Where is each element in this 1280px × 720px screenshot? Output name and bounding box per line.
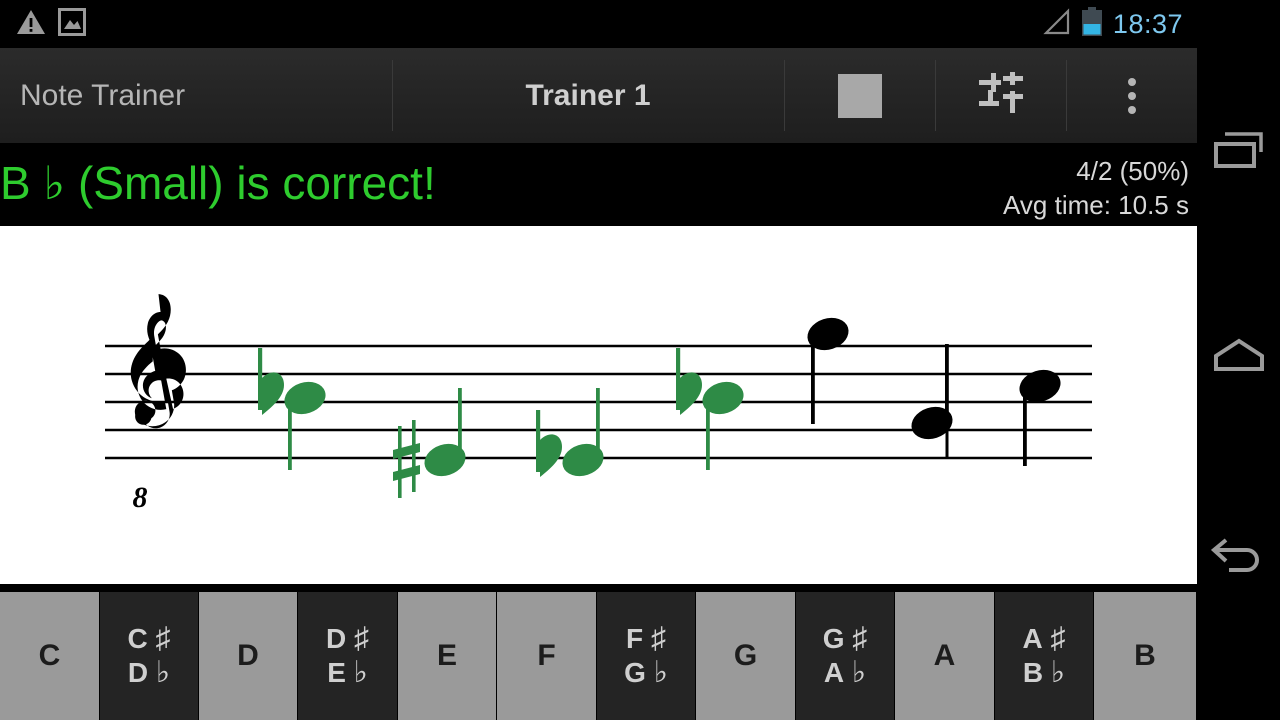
stop-button[interactable] — [784, 48, 935, 143]
piano-key-a[interactable]: A — [895, 592, 995, 720]
piano-key-d-sharp-e-flat[interactable]: D ♯ E ♭ — [298, 592, 398, 720]
trainer-selector[interactable]: Trainer 1 — [392, 48, 784, 143]
device-screen: 18:37 Note Trainer Trainer 1 B ♭ (Small)… — [0, 0, 1280, 720]
android-nav-bar — [1197, 0, 1280, 720]
key-label-bottom: D ♭ — [127, 655, 171, 689]
session-stats: 4/2 (50%) Avg time: 10.5 s — [1003, 154, 1189, 222]
back-arrow-icon — [1210, 537, 1267, 578]
key-label-top: F ♯ — [626, 621, 666, 655]
note-2 — [393, 388, 466, 498]
key-label: F — [537, 638, 556, 672]
divider — [935, 60, 936, 131]
key-label: C — [38, 638, 61, 672]
signal-bars-icon — [1041, 7, 1071, 41]
key-label-top: C ♯ — [127, 621, 171, 655]
treble-8vb-clef — [130, 294, 186, 429]
divider — [392, 60, 393, 131]
piano-key-f[interactable]: F — [497, 592, 597, 720]
flat-accidental-icon — [676, 348, 702, 415]
status-bar-notifications — [16, 0, 86, 48]
piano-key-a-sharp-b-flat[interactable]: A ♯ B ♭ — [995, 592, 1094, 720]
home-button[interactable] — [1197, 312, 1280, 402]
music-staff-view[interactable]: 8 — [0, 226, 1197, 584]
piano-key-c-sharp-d-flat[interactable]: C ♯ D ♭ — [100, 592, 199, 720]
action-bar: Note Trainer Trainer 1 — [0, 48, 1197, 144]
key-label-top: D ♯ — [325, 621, 369, 655]
piano-key-f-sharp-g-flat[interactable]: F ♯ G ♭ — [597, 592, 696, 720]
status-bar-system: 18:37 — [1041, 0, 1183, 48]
avg-time-value: Avg time: 10.5 s — [1003, 190, 1189, 220]
app-window: 18:37 Note Trainer Trainer 1 B ♭ (Small)… — [0, 0, 1197, 720]
key-label-bottom: E ♭ — [327, 655, 368, 689]
divider — [784, 60, 785, 131]
warning-icon — [16, 8, 46, 41]
note-1 — [258, 348, 326, 470]
app-title: Note Trainer — [0, 48, 392, 143]
clef-octave-label: 8 — [133, 481, 148, 514]
battery-icon — [1081, 6, 1103, 42]
piano-key-g[interactable]: G — [696, 592, 796, 720]
trainer-title-label: Trainer 1 — [525, 78, 651, 112]
key-label-top: G ♯ — [822, 621, 868, 655]
key-label-top: A ♯ — [1022, 621, 1066, 655]
overflow-menu-button[interactable] — [1066, 48, 1197, 143]
piano-key-d[interactable]: D — [199, 592, 298, 720]
piano-key-g-sharp-a-flat[interactable]: G ♯ A ♭ — [796, 592, 895, 720]
key-label-bottom: G ♭ — [624, 655, 668, 689]
status-bar-clock: 18:37 — [1112, 8, 1183, 39]
key-label-bottom: A ♭ — [823, 655, 867, 689]
key-label: E — [436, 638, 457, 672]
more-vertical-icon — [1127, 77, 1136, 114]
key-label: G — [733, 638, 758, 672]
key-label-bottom: B ♭ — [1022, 655, 1066, 689]
recents-button[interactable] — [1197, 110, 1280, 200]
piano-key-c[interactable]: C — [0, 592, 100, 720]
key-label: A — [933, 638, 956, 672]
piano-key-e[interactable]: E — [398, 592, 497, 720]
stop-icon — [837, 73, 882, 118]
app-title-label: Note Trainer — [20, 78, 186, 112]
flat-accidental-icon — [258, 348, 284, 415]
settings-button[interactable] — [935, 48, 1066, 143]
note-5 — [807, 317, 849, 424]
flat-accidental-icon — [536, 410, 562, 477]
status-bar: 18:37 — [0, 0, 1197, 48]
sliders-icon — [977, 71, 1025, 120]
note-7 — [1019, 369, 1061, 466]
recents-icon — [1213, 131, 1265, 179]
feedback-row: B ♭ (Small) is correct! 4/2 (50%) Avg ti… — [0, 144, 1197, 226]
image-icon — [58, 7, 86, 41]
score-value: 4/2 (50%) — [1076, 156, 1189, 186]
key-label: D — [237, 638, 259, 672]
home-icon — [1213, 338, 1265, 377]
staff-svg: 8 — [105, 294, 1092, 514]
key-label: B — [1134, 638, 1156, 672]
piano-key-b[interactable]: B — [1094, 592, 1197, 720]
piano-keyboard[interactable]: C C ♯ D ♭ D D ♯ E ♭ E F F ♯ G ♭ G G ♯ A … — [0, 592, 1197, 720]
note-4 — [676, 348, 744, 470]
divider — [1066, 60, 1067, 131]
back-button[interactable] — [1197, 512, 1280, 602]
feedback-message: B ♭ (Small) is correct! — [0, 157, 436, 209]
